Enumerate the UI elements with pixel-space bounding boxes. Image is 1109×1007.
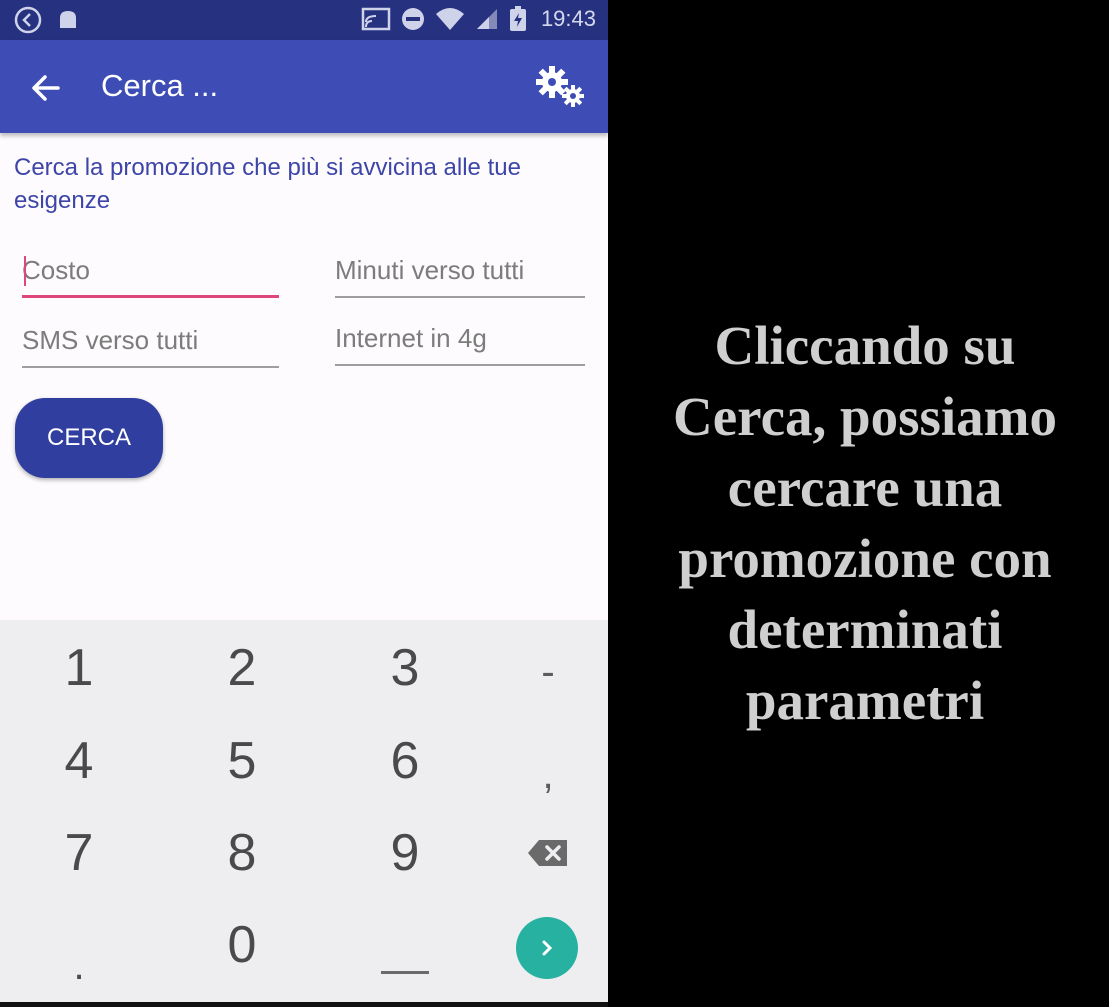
key-1[interactable]: 1 [4,623,154,713]
app-bar: Cerca ... [0,40,608,133]
backspace-icon [528,840,567,866]
back-circle-icon [14,6,42,34]
caption-line: determinati [727,599,1003,660]
internet-input[interactable] [335,318,585,358]
dnd-icon [401,7,425,31]
key-3[interactable]: 3 [330,623,480,713]
key-period[interactable]: . [4,905,154,995]
caption-line: Cerca, possiamo [673,386,1057,447]
space-key[interactable] [330,905,480,995]
sms-field[interactable] [22,320,279,368]
phone-screen: 19:43 Cerca ... Cerca la promozione che … [0,0,608,1002]
status-bar: 19:43 [0,0,608,40]
key-period-label: . [73,943,85,988]
costo-input[interactable] [22,250,279,290]
field-underline [22,295,279,298]
battery-charging-icon [509,6,527,32]
status-time: 19:43 [540,6,596,31]
internet-field[interactable] [335,318,585,366]
key-7[interactable]: 7 [4,808,154,898]
minuti-field[interactable] [335,250,585,298]
field-underline [22,366,279,368]
key-5[interactable]: 5 [167,716,317,806]
space-bar-icon [381,970,429,974]
page-title: Cerca ... [101,68,219,103]
key-0[interactable]: 0 [167,900,317,990]
arrow-left-icon[interactable] [28,70,64,106]
bottom-edge [0,1002,608,1007]
caption-line: cercare una [727,457,1003,518]
minuti-input[interactable] [335,250,585,290]
cast-icon [361,7,391,31]
chevron-right-icon [542,940,553,956]
key-6[interactable]: 6 [330,716,480,806]
key-comma[interactable]: , [473,730,608,820]
text-cursor [24,256,26,286]
signal-icon [475,7,499,31]
caption-text: Cliccando su Cerca, possiamo cercare una… [630,310,1100,736]
key-9[interactable]: 9 [330,808,480,898]
gears-icon[interactable] [534,64,588,110]
key-2[interactable]: 2 [167,623,317,713]
cerca-button[interactable]: CERCA [15,398,163,478]
field-underline [335,364,585,366]
wifi-icon [435,7,465,31]
key-4[interactable]: 4 [4,716,154,806]
backspace-key[interactable] [473,808,608,898]
key-8[interactable]: 8 [167,808,317,898]
next-key[interactable] [516,917,578,979]
key-minus[interactable]: - [473,627,608,717]
field-underline [335,296,585,298]
caption-line: parametri [745,670,985,731]
android-icon [56,8,80,32]
numeric-keyboard: 1 2 3 - 4 5 6 , 7 8 9 . 0 [0,620,608,1002]
caption-line: Cliccando su [714,315,1016,376]
costo-field[interactable] [22,250,279,298]
caption-line: promozione con [678,528,1052,589]
intro-text: Cerca la promozione che più si avvicina … [14,154,521,214]
sms-input[interactable] [22,320,279,360]
